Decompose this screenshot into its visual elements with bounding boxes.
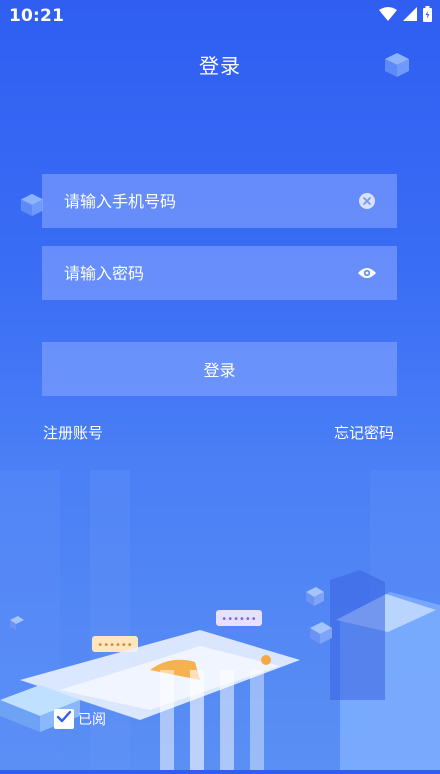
password-field bbox=[42, 246, 397, 300]
forgot-password-link[interactable]: 忘记密码 bbox=[334, 422, 394, 443]
status-icons bbox=[379, 6, 432, 22]
checkmark-icon bbox=[56, 709, 72, 729]
eye-icon[interactable] bbox=[357, 263, 377, 283]
wifi-icon bbox=[379, 7, 397, 21]
battery-icon bbox=[423, 6, 432, 22]
signal-icon bbox=[403, 7, 417, 21]
register-link[interactable]: 注册账号 bbox=[43, 422, 103, 443]
decor-cube-left bbox=[20, 193, 44, 221]
page-title: 登录 bbox=[199, 54, 241, 78]
agreement-label: 已阅 bbox=[78, 712, 106, 728]
phone-field bbox=[42, 174, 397, 228]
status-time: 10:21 bbox=[9, 6, 65, 26]
agreement-checkbox[interactable] bbox=[54, 709, 74, 729]
svg-text:••••••: •••••• bbox=[97, 640, 132, 651]
svg-text:••••••: •••••• bbox=[221, 614, 256, 625]
phone-input[interactable] bbox=[62, 190, 357, 212]
login-button[interactable]: 登录 bbox=[42, 342, 397, 396]
agreement-row: 已阅 bbox=[54, 709, 106, 729]
password-input[interactable] bbox=[62, 262, 357, 284]
clear-circle-icon[interactable] bbox=[357, 191, 377, 211]
decor-cube-top-right bbox=[384, 52, 410, 82]
status-bar: 10:21 bbox=[0, 0, 440, 30]
